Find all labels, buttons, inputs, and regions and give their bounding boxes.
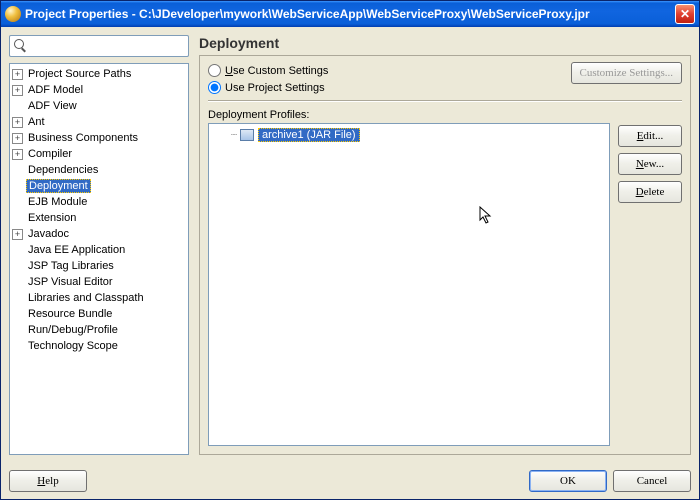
use-project-radio[interactable] [208, 81, 221, 94]
tree-item-label: JSP Visual Editor [26, 276, 115, 288]
tree-item[interactable]: +Ant [10, 114, 188, 130]
tree-item-label: Business Components [26, 132, 140, 144]
search-field-wrapper [9, 35, 189, 57]
search-icon [12, 38, 28, 54]
tree-item-label: Compiler [26, 148, 74, 160]
tree-item[interactable]: JSP Visual Editor [10, 274, 188, 290]
tree-item[interactable]: +Javadoc [10, 226, 188, 242]
cancel-button[interactable]: Cancel [613, 470, 691, 492]
tree-item[interactable]: Run/Debug/Profile [10, 322, 188, 338]
tree-connector-icon: ┈ [231, 130, 236, 141]
tree-item-label: Resource Bundle [26, 308, 114, 320]
window-title: Project Properties - C:\JDeveloper\mywor… [25, 7, 675, 21]
tree-item-label: Dependencies [26, 164, 100, 176]
tree-item-label: Technology Scope [26, 340, 120, 352]
tree-item-label: Java EE Application [26, 244, 127, 256]
tree-item[interactable]: +Business Components [10, 130, 188, 146]
profiles-list[interactable]: ┈ archive1 (JAR File) [208, 123, 610, 446]
search-input[interactable] [31, 40, 186, 52]
use-custom-radio[interactable] [208, 64, 221, 77]
tree-item-label: JSP Tag Libraries [26, 260, 116, 272]
new-button[interactable]: New... [618, 153, 682, 175]
jar-file-icon [240, 129, 254, 141]
tree-item-label: Extension [26, 212, 78, 224]
divider [208, 100, 682, 101]
dialog-body: +Project Source Paths+ADF ModelADF View+… [1, 27, 699, 463]
edit-button[interactable]: Edit... [618, 125, 682, 147]
tree-item-label: Libraries and Classpath [26, 292, 146, 304]
delete-button[interactable]: Delete [618, 181, 682, 203]
app-icon [5, 6, 21, 22]
profiles-row: Deployment Profiles: ┈ archive1 (JAR Fil… [208, 109, 682, 446]
tree-item-label: Deployment [26, 179, 91, 193]
expand-icon[interactable]: + [12, 133, 23, 144]
tree-item[interactable]: Resource Bundle [10, 306, 188, 322]
tree-item[interactable]: +Project Source Paths [10, 66, 188, 82]
expand-icon[interactable]: + [12, 85, 23, 96]
tree-item[interactable]: Technology Scope [10, 338, 188, 354]
tree-item-label: ADF Model [26, 84, 85, 96]
panel-body: Customize Settings... Use Custom Setting… [199, 55, 691, 455]
project-properties-dialog: Project Properties - C:\JDeveloper\mywor… [0, 0, 700, 500]
tree-item[interactable]: Java EE Application [10, 242, 188, 258]
expand-icon[interactable]: + [12, 117, 23, 128]
help-button[interactable]: Help [9, 470, 87, 492]
mouse-cursor-icon [479, 206, 495, 226]
titlebar: Project Properties - C:\JDeveloper\mywor… [1, 1, 699, 27]
profile-item[interactable]: ┈ archive1 (JAR File) [231, 128, 605, 142]
tree-item[interactable]: +ADF Model [10, 82, 188, 98]
use-project-label: Use Project Settings [225, 82, 325, 94]
tree-item[interactable]: Deployment [10, 178, 188, 194]
category-tree[interactable]: +Project Source Paths+ADF ModelADF View+… [9, 63, 189, 455]
tree-item-label: Ant [26, 116, 47, 128]
tree-item-label: Javadoc [26, 228, 71, 240]
profiles-label: Deployment Profiles: [208, 109, 610, 121]
tree-item-label: Project Source Paths [26, 68, 133, 80]
expand-icon[interactable]: + [12, 69, 23, 80]
customize-settings-button: Customize Settings... [571, 62, 683, 84]
expand-icon[interactable]: + [12, 229, 23, 240]
profile-label: archive1 (JAR File) [258, 128, 360, 142]
tree-item[interactable]: ADF View [10, 98, 188, 114]
tree-item-label: ADF View [26, 100, 79, 112]
ok-button[interactable]: OK [529, 470, 607, 492]
tree-item[interactable]: Dependencies [10, 162, 188, 178]
right-panel: Deployment Customize Settings... Use Cus… [199, 35, 691, 455]
dialog-footer: Help OK Cancel [1, 463, 699, 499]
tree-item-label: Run/Debug/Profile [26, 324, 120, 336]
tree-item[interactable]: Extension [10, 210, 188, 226]
left-column: +Project Source Paths+ADF ModelADF View+… [9, 35, 189, 455]
tree-item[interactable]: JSP Tag Libraries [10, 258, 188, 274]
profiles-left: Deployment Profiles: ┈ archive1 (JAR Fil… [208, 109, 610, 446]
tree-item[interactable]: EJB Module [10, 194, 188, 210]
panel-title: Deployment [199, 35, 691, 51]
profile-buttons: Edit... New... Delete [618, 109, 682, 446]
tree-item-label: EJB Module [26, 196, 89, 208]
close-button[interactable]: ✕ [675, 4, 695, 24]
tree-item[interactable]: Libraries and Classpath [10, 290, 188, 306]
close-icon: ✕ [680, 7, 690, 21]
tree-item[interactable]: +Compiler [10, 146, 188, 162]
expand-icon[interactable]: + [12, 149, 23, 160]
use-custom-label: Use Custom Settings [225, 65, 328, 77]
